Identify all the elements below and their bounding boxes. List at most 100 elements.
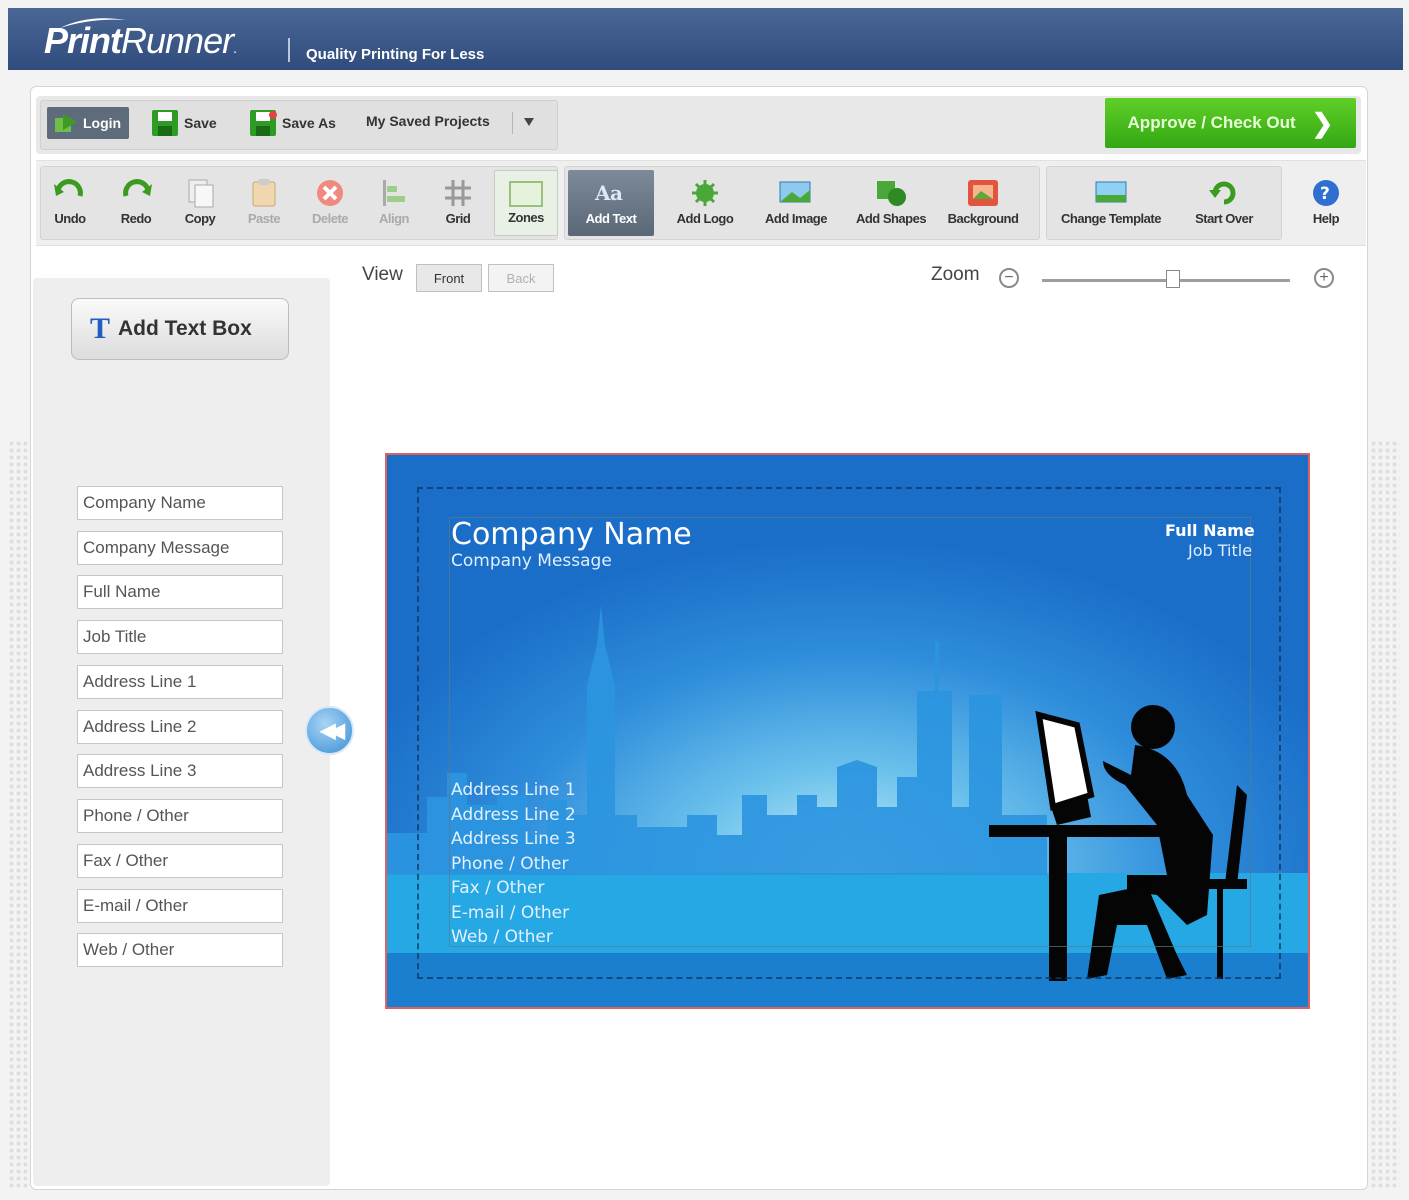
card-web[interactable]: Web / Other xyxy=(451,927,553,947)
align-button[interactable]: Align xyxy=(362,170,426,236)
delete-icon xyxy=(317,180,343,206)
card-job-title[interactable]: Job Title xyxy=(1188,541,1252,560)
add-text-button[interactable]: Aa Add Text xyxy=(568,170,654,236)
card-address-line-2[interactable]: Address Line 2 xyxy=(451,805,576,825)
align-icon xyxy=(383,180,405,206)
redo-icon xyxy=(123,179,152,197)
save-as-label: Save As xyxy=(282,115,336,131)
card-address-line-1[interactable]: Address Line 1 xyxy=(451,780,576,800)
save-as-icon xyxy=(250,110,277,136)
redo-button[interactable]: Redo xyxy=(104,170,168,236)
background-button[interactable]: Background xyxy=(944,170,1022,236)
company-message-field[interactable] xyxy=(77,531,283,565)
zones-label: Zones xyxy=(508,210,544,225)
change-template-icon xyxy=(1095,181,1127,203)
chevron-right-icon: ❯ xyxy=(1311,107,1334,138)
header-divider xyxy=(288,38,290,62)
copy-icon xyxy=(188,179,214,208)
zones-icon xyxy=(509,181,543,207)
card-company-name[interactable]: Company Name xyxy=(451,517,692,552)
help-icon: ? xyxy=(1313,180,1339,206)
view-front-button[interactable]: Front xyxy=(416,264,482,292)
address-line-3-field[interactable] xyxy=(77,754,283,788)
add-logo-button[interactable]: Add Logo xyxy=(672,170,738,236)
job-title-field[interactable] xyxy=(77,620,283,654)
safe-zone-guide xyxy=(449,517,1251,947)
dropdown-arrow-icon[interactable] xyxy=(524,118,534,126)
card-email[interactable]: E-mail / Other xyxy=(451,903,569,923)
undo-icon xyxy=(54,179,83,197)
undo-button[interactable]: Undo xyxy=(38,170,102,236)
saved-projects-dropdown[interactable]: My Saved Projects xyxy=(366,113,490,129)
address-line-1-field[interactable] xyxy=(77,665,283,699)
full-name-field[interactable] xyxy=(77,575,283,609)
card-company-message[interactable]: Company Message xyxy=(451,551,612,571)
web-field[interactable] xyxy=(77,933,283,967)
start-over-icon xyxy=(1209,181,1236,205)
add-text-box-label: Add Text Box xyxy=(118,317,252,340)
phone-field[interactable] xyxy=(77,799,283,833)
site-header: PrintRunner. Quality Printing For Less xyxy=(8,8,1403,70)
business-card-canvas[interactable]: Company Name Company Message Full Name J… xyxy=(385,453,1310,1009)
add-image-button[interactable]: Add Image xyxy=(760,170,832,236)
rewind-icon: ◀◀ xyxy=(320,720,345,742)
change-template-label: Change Template xyxy=(1061,211,1161,226)
add-text-label: Add Text xyxy=(585,211,637,226)
zoom-label: Zoom xyxy=(931,264,980,285)
text-tool-icon: T xyxy=(90,312,111,345)
redo-label: Redo xyxy=(120,211,152,226)
grid-button[interactable]: Grid xyxy=(426,170,490,236)
help-button[interactable]: ? Help xyxy=(1294,170,1358,236)
save-icon xyxy=(152,110,178,136)
address-line-2-field[interactable] xyxy=(77,710,283,744)
align-label: Align xyxy=(379,211,410,226)
add-image-label: Add Image xyxy=(765,211,827,226)
zoom-slider-thumb[interactable] xyxy=(1166,270,1180,288)
copy-label: Copy xyxy=(184,211,216,226)
add-image-icon xyxy=(779,181,811,203)
card-phone[interactable]: Phone / Other xyxy=(451,854,568,874)
approve-checkout-button[interactable]: Approve / Check Out ❯ xyxy=(1105,98,1356,148)
grid-label: Grid xyxy=(445,211,471,226)
card-fax[interactable]: Fax / Other xyxy=(451,878,545,898)
printrunner-logo[interactable]: PrintRunner. xyxy=(44,20,237,62)
fax-field[interactable] xyxy=(77,844,283,878)
login-button[interactable]: Login xyxy=(47,107,129,139)
delete-button[interactable]: Delete xyxy=(298,170,362,236)
background-label: Background xyxy=(947,211,1019,226)
company-name-field[interactable] xyxy=(77,486,283,520)
change-template-button[interactable]: Change Template xyxy=(1052,170,1170,236)
help-label: Help xyxy=(1312,211,1340,226)
view-back-button[interactable]: Back xyxy=(488,264,554,292)
paste-button[interactable]: Paste xyxy=(232,170,296,236)
tagline: Quality Printing For Less xyxy=(306,46,485,63)
add-text-icon: Aa xyxy=(594,181,624,205)
delete-label: Delete xyxy=(311,211,349,226)
copy-button[interactable]: Copy xyxy=(168,170,232,236)
collapse-panel-button[interactable]: ◀◀ xyxy=(305,706,354,755)
view-label: View xyxy=(362,264,403,285)
dot-pattern-right xyxy=(1370,440,1400,1190)
email-field[interactable] xyxy=(77,889,283,923)
grid-icon xyxy=(445,180,471,206)
svg-text:?: ? xyxy=(1320,184,1329,204)
svg-text:Aa: Aa xyxy=(594,181,623,205)
card-full-name[interactable]: Full Name xyxy=(1165,521,1255,540)
zones-button[interactable]: Zones xyxy=(494,170,558,236)
paste-label: Paste xyxy=(247,211,281,226)
save-button[interactable]: Save xyxy=(150,108,217,138)
start-over-button[interactable]: Start Over xyxy=(1188,170,1260,236)
approve-label: Approve / Check Out xyxy=(1127,113,1296,132)
add-shapes-button[interactable]: Add Shapes xyxy=(852,170,930,236)
zoom-out-icon[interactable]: − xyxy=(999,268,1019,288)
saved-projects-label: My Saved Projects xyxy=(366,113,490,129)
add-shapes-icon xyxy=(877,181,906,206)
dropdown-separator xyxy=(512,112,513,134)
add-text-box-button[interactable]: T Add Text Box xyxy=(71,298,289,360)
start-over-label: Start Over xyxy=(1195,211,1253,226)
card-address-line-3[interactable]: Address Line 3 xyxy=(451,829,576,849)
login-icon xyxy=(55,114,77,132)
add-logo-icon xyxy=(692,180,718,206)
save-as-button[interactable]: Save As xyxy=(248,108,336,138)
zoom-in-icon[interactable]: + xyxy=(1314,268,1334,288)
